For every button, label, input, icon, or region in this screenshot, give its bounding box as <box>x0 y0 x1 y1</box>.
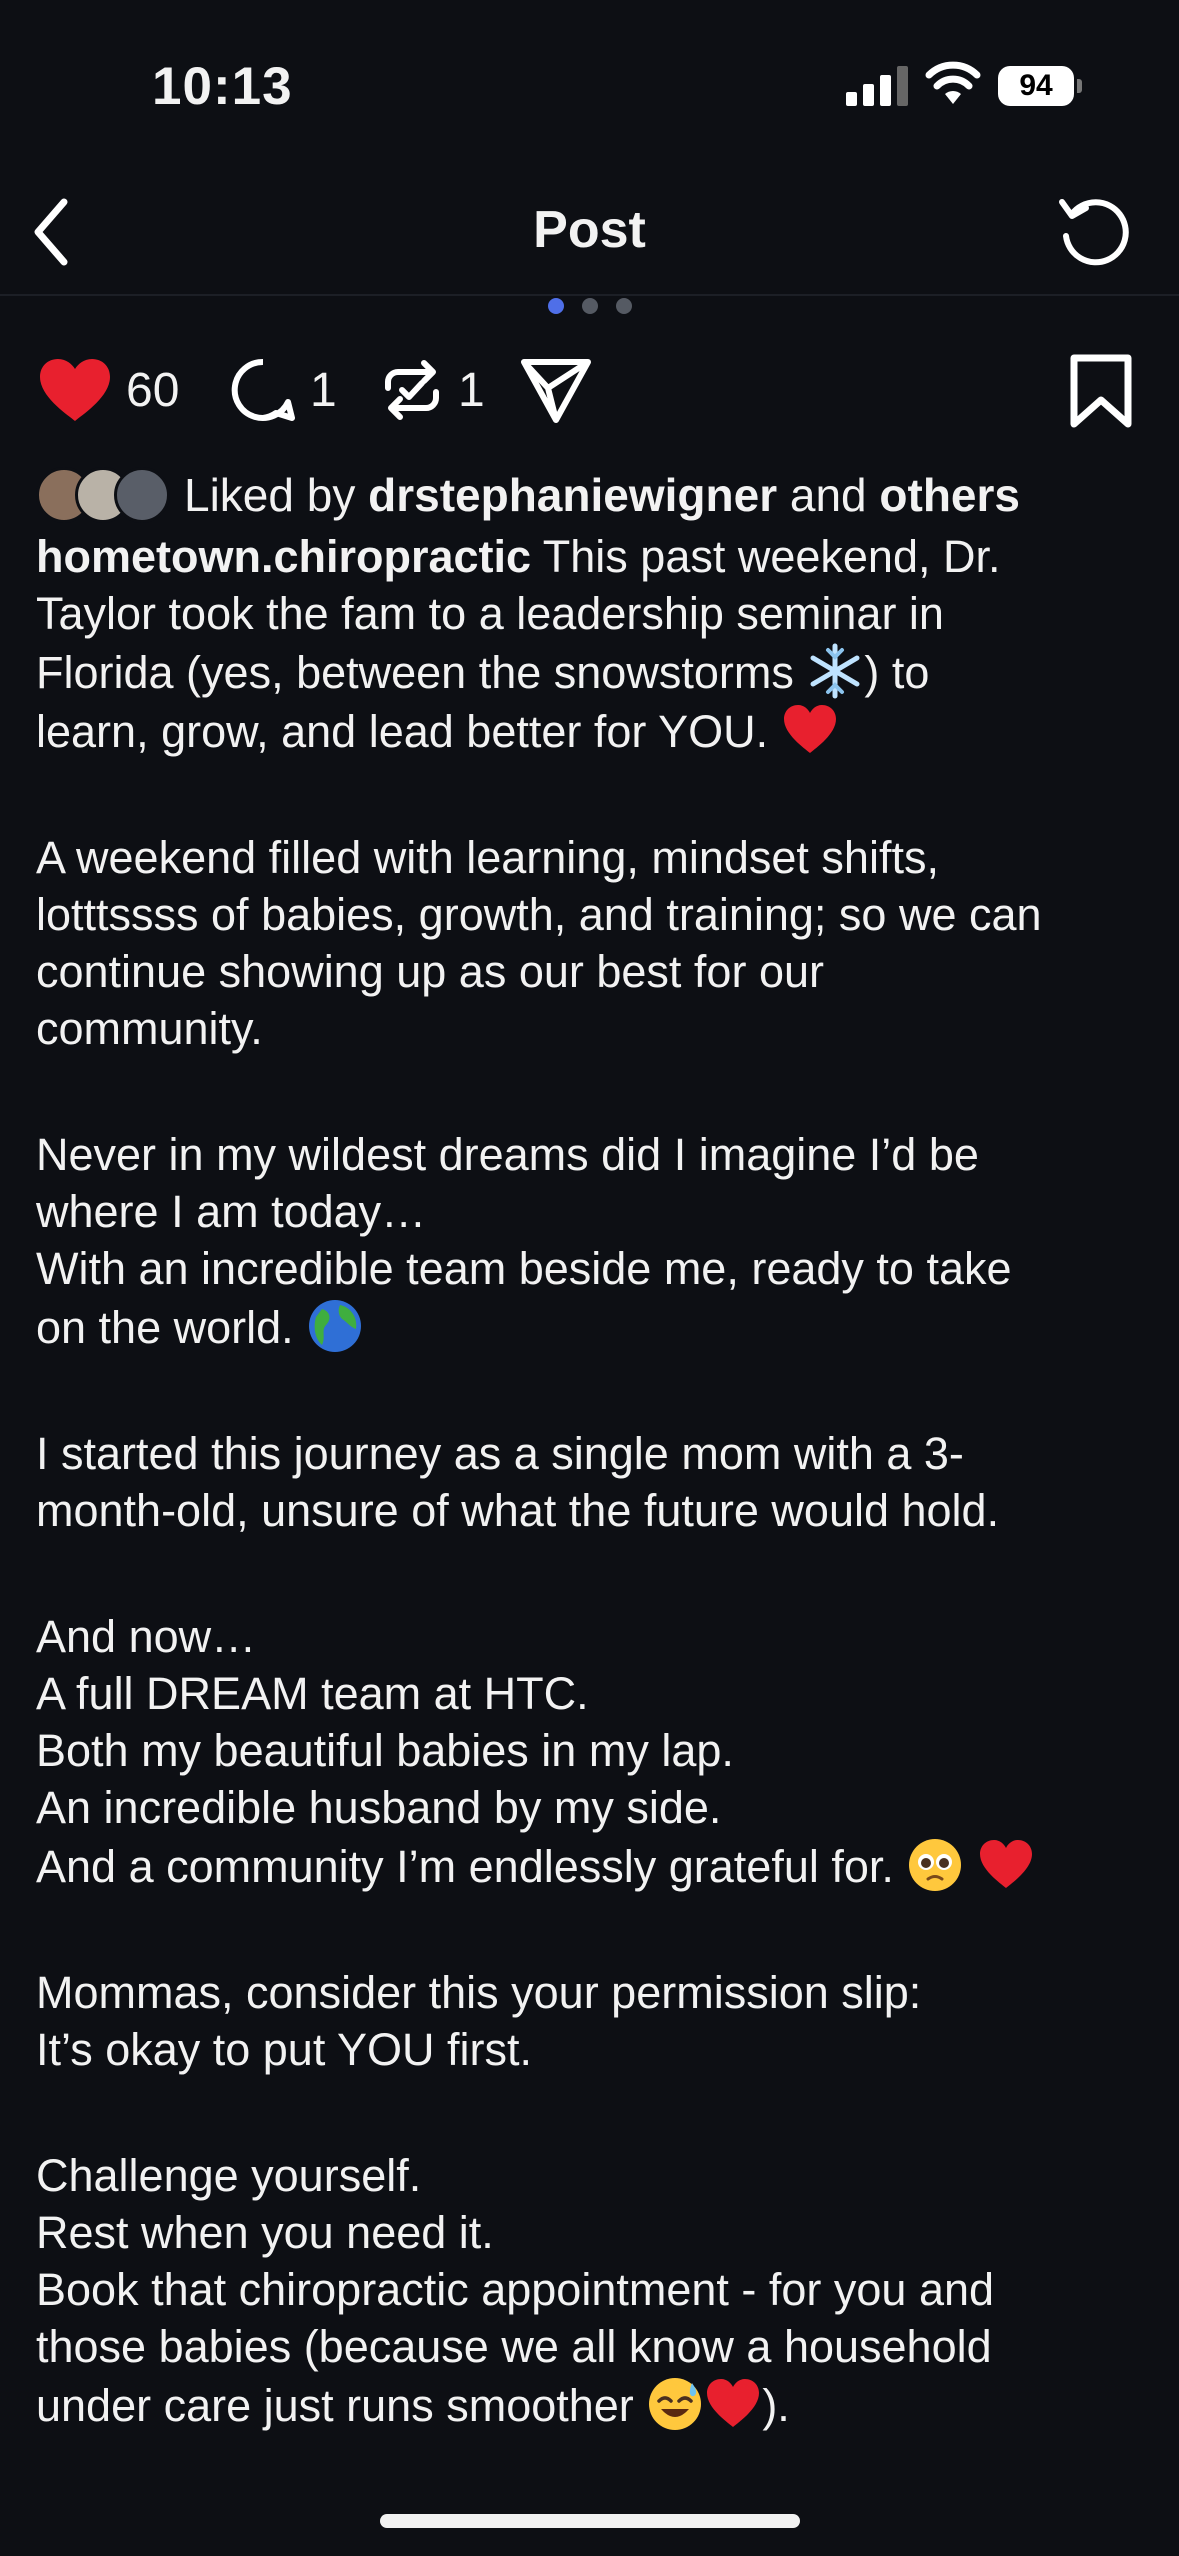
caption-text: month-old, unsure of what the future wou… <box>36 1485 1000 1536</box>
page-title: Post <box>533 201 646 259</box>
caption-text: Florida (yes, between the snowstorms <box>36 647 794 698</box>
caption-text: ) to <box>864 647 930 698</box>
share-button[interactable] <box>520 340 592 440</box>
carousel-page-dots <box>548 298 632 314</box>
caption-paragraph: Challenge yourself. Rest when you need i… <box>36 2147 1156 2434</box>
caption-text: learn, grow, and lead better for YOU. <box>36 706 769 757</box>
liked-by-user[interactable]: drstephaniewigner <box>368 468 777 522</box>
caption-username[interactable]: hometown.chiropractic <box>36 531 531 582</box>
bookmark-icon[interactable] <box>1064 354 1138 428</box>
liked-by-others[interactable]: others <box>879 468 1020 522</box>
caption-text: And a community I’m endlessly grateful f… <box>36 1841 894 1892</box>
caption-text: on the world. <box>36 1302 294 1353</box>
caption-text: lotttssss of babies, growth, and trainin… <box>36 889 1042 940</box>
refresh-icon[interactable] <box>1050 188 1140 278</box>
red-heart-emoji-icon <box>977 1836 1035 1894</box>
caption-paragraph: And now… A full DREAM team at HTC. Both … <box>36 1608 1156 1895</box>
caption-paragraph: A weekend filled with learning, mindset … <box>36 829 1156 1057</box>
caption-text: those babies (because we all know a hous… <box>36 2321 992 2372</box>
page-dot-active <box>548 298 564 314</box>
red-heart-emoji-icon <box>704 2375 762 2433</box>
caption-text: ). <box>762 2380 790 2431</box>
caption-paragraph: I started this journey as a single mom w… <box>36 1425 1156 1539</box>
caption-text: A full DREAM team at HTC. <box>36 1668 589 1719</box>
caption-text: Taylor took the fam to a leadership semi… <box>36 588 944 639</box>
heart-icon <box>40 359 110 421</box>
caption-text: Both my beautiful babies in my lap. <box>36 1725 734 1776</box>
battery-indicator: 94 <box>998 66 1074 106</box>
sweat-smile-emoji-icon <box>646 2375 704 2433</box>
caption-text: It’s okay to put YOU first. <box>36 2024 533 2075</box>
liker-avatars <box>36 467 170 523</box>
page-dot <box>582 298 598 314</box>
caption-text: With an incredible team beside me, ready… <box>36 1243 1012 1294</box>
battery-cap <box>1077 79 1082 93</box>
liked-by-connector: and <box>789 469 867 521</box>
globe-emoji-icon <box>306 1297 364 1355</box>
caption-text: This past weekend, Dr. <box>542 531 1001 582</box>
cellular-signal-icon <box>846 64 908 106</box>
caption-text: A weekend filled with learning, mindset … <box>36 832 939 883</box>
caption-text: And now… <box>36 1611 257 1662</box>
caption-text: I started this journey as a single mom w… <box>36 1428 964 1479</box>
caption-text: Rest when you need it. <box>36 2207 494 2258</box>
caption-text: under care just runs smoother <box>36 2380 634 2431</box>
caption-text: Never in my wildest dreams did I imagine… <box>36 1129 979 1180</box>
post-caption: hometown.chiropractic This past weekend,… <box>36 528 1156 2503</box>
caption-paragraph: hometown.chiropractic This past weekend,… <box>36 528 1156 760</box>
comment-button[interactable]: 1 <box>230 340 337 440</box>
share-icon <box>521 359 591 423</box>
avatar <box>114 467 170 523</box>
caption-text: An incredible husband by my side. <box>36 1782 722 1833</box>
caption-text: Challenge yourself. <box>36 2150 422 2201</box>
pleading-face-emoji-icon <box>906 1836 964 1894</box>
liked-by-row[interactable]: Liked by drstephaniewigner and others <box>36 462 1020 528</box>
caption-paragraph: Mommas, consider this your permission sl… <box>36 1964 1156 2078</box>
wifi-icon <box>925 61 981 104</box>
nav-bar: Post <box>0 170 1179 296</box>
post-action-row: 60 1 1 <box>0 340 1179 440</box>
caption-text: Book that chiropractic appointment - for… <box>36 2264 995 2315</box>
caption-text: community. <box>36 1003 263 1054</box>
red-heart-emoji-icon <box>781 701 839 759</box>
comment-icon <box>231 358 295 421</box>
caption-paragraph: Never in my wildest dreams did I imagine… <box>36 1126 1156 1356</box>
status-bar: 10:13 94 <box>0 0 1179 170</box>
home-indicator[interactable] <box>380 2514 800 2528</box>
like-count: 60 <box>126 363 180 417</box>
caption-text: Mommas, consider this your permission sl… <box>36 1967 922 2018</box>
repost-count: 1 <box>458 363 485 417</box>
caption-text: where I am today… <box>36 1186 427 1237</box>
caption-text: continue showing up as our best for our <box>36 946 824 997</box>
page-dot <box>616 298 632 314</box>
liked-by-prefix: Liked by <box>184 469 356 521</box>
snowflake-emoji-icon <box>806 642 864 700</box>
repost-button[interactable]: 1 <box>380 340 485 440</box>
like-button[interactable]: 60 <box>38 340 179 440</box>
repost-icon <box>385 360 439 420</box>
comment-count: 1 <box>310 363 337 417</box>
status-time: 10:13 <box>152 57 293 116</box>
